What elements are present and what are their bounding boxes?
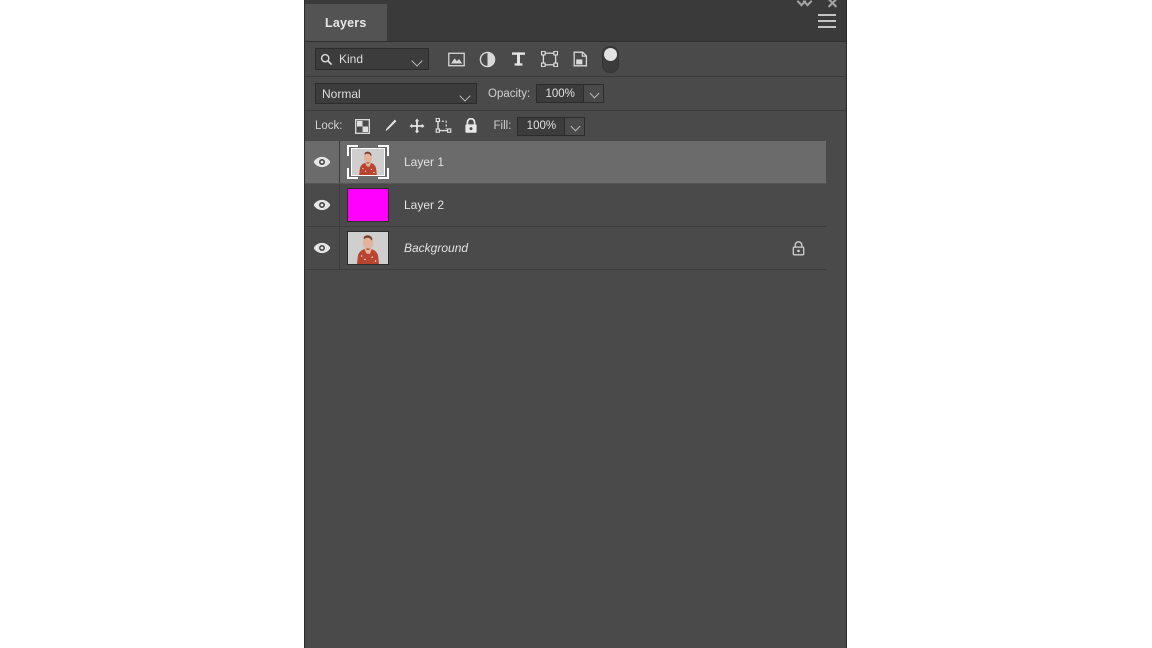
layer-visibility-toggle[interactable] [305,184,340,226]
chevron-down-icon [570,121,581,131]
fill-slider-button[interactable] [565,116,586,136]
filter-adjustment-layers-icon[interactable] [472,46,503,72]
transform-bracket-icon [347,145,358,156]
chevron-down-icon [411,55,423,67]
layer-name[interactable]: Layer 1 [404,155,444,169]
filter-shape-layers-icon[interactable] [534,46,565,72]
layer-thumbnail[interactable] [340,145,396,179]
layer-filter-row: Kind [305,42,846,77]
layer-name[interactable]: Layer 2 [404,198,444,212]
chevron-down-icon [459,90,471,102]
filter-kind-select[interactable]: Kind [315,48,429,70]
transform-bracket-icon [378,145,389,156]
blend-mode-select[interactable]: Normal [315,83,477,104]
collapse-arrows-icon[interactable] [798,0,812,6]
filter-enable-toggle[interactable] [602,45,619,73]
lock-label: Lock: [315,120,343,132]
lock-image-pixels-icon[interactable] [378,115,402,137]
fill-input[interactable]: 100% [517,116,566,136]
eye-icon [313,156,331,168]
panel-tab-bar: Layers [305,0,846,42]
transform-bracket-icon [347,168,358,179]
search-icon [320,53,333,66]
hamburger-menu-icon[interactable] [818,14,836,28]
lock-transparent-pixels-icon[interactable] [351,115,375,137]
opacity-label: Opacity: [488,87,531,100]
filter-pixel-layers-icon[interactable] [441,46,472,72]
tab-layers-label: Layers [325,15,367,30]
eye-icon [313,199,331,211]
chevron-down-icon [589,88,600,99]
opacity-value: 100% [545,87,575,100]
layer-thumbnail-image [347,188,389,222]
lock-fill-row: Lock: Fill: 100% [305,111,846,142]
transform-bracket-icon [378,168,389,179]
eye-icon [313,242,331,254]
fill-label: Fill: [493,120,512,132]
layer-thumbnail[interactable] [340,231,396,265]
layer-thumbnail[interactable] [340,188,396,222]
filter-kind-label: Kind [339,52,364,66]
blend-mode-value: Normal [322,86,361,101]
layer-visibility-toggle[interactable] [305,141,340,183]
opacity-input[interactable]: 100% [536,84,585,103]
lock-position-icon[interactable] [405,115,429,137]
window-chrome [798,0,840,6]
filter-type-layers-icon[interactable] [503,46,534,72]
layer-visibility-toggle[interactable] [305,227,340,269]
fill-value: 100% [526,120,557,132]
layer-thumbnail-image [347,231,389,265]
layer-list: Layer 1 Layer 2 Background [305,141,846,648]
tab-layers[interactable]: Layers [305,4,387,41]
close-icon[interactable] [826,0,840,6]
lock-icons [351,115,483,137]
table-row[interactable]: Layer 2 [305,184,826,227]
filter-smart-object-layers-icon[interactable] [565,46,596,72]
lock-artboard-nesting-icon[interactable] [432,115,456,137]
table-row[interactable]: Layer 1 [305,141,826,184]
lock-all-icon[interactable] [459,115,483,137]
lock-icon[interactable] [790,239,806,257]
table-row[interactable]: Background [305,227,826,270]
layers-panel: Layers Kind Normal Opacity: 100% Lock: F… [304,0,847,648]
filter-type-icons [441,45,619,73]
layer-name[interactable]: Background [404,241,468,255]
opacity-slider-button[interactable] [584,84,605,103]
blend-opacity-row: Normal Opacity: 100% [305,77,846,111]
